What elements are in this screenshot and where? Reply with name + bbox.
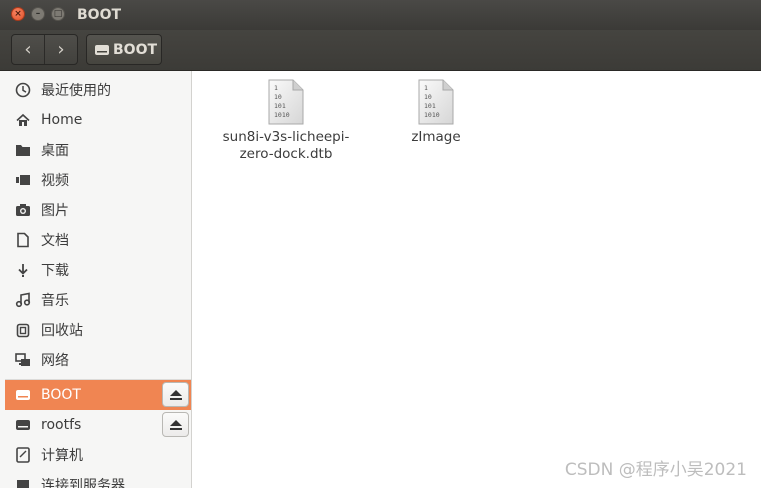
download-icon	[15, 262, 31, 278]
svg-text:1010: 1010	[274, 111, 290, 119]
drive-icon	[15, 387, 31, 403]
sidebar-item[interactable]: BOOT	[5, 380, 191, 410]
sidebar-item[interactable]: Home	[5, 105, 191, 135]
file-name: zImage	[411, 129, 461, 145]
svg-text:101: 101	[274, 102, 286, 110]
title-bar: × – □ BOOT	[0, 0, 761, 30]
sidebar-item-label: 下载	[41, 263, 69, 279]
sidebar-item[interactable]: 图片	[5, 195, 191, 225]
computer-icon	[15, 447, 31, 463]
back-button[interactable]: ‹	[12, 35, 45, 64]
sidebar-item-label: BOOT	[41, 387, 81, 403]
forward-button[interactable]: ›	[45, 35, 77, 64]
sidebar-item[interactable]: 网络	[5, 345, 191, 375]
drive-icon	[15, 417, 31, 433]
sidebar-item-label: 桌面	[41, 143, 69, 159]
drive-icon	[94, 43, 110, 57]
sidebar-item[interactable]: 回收站	[5, 315, 191, 345]
sidebar-item[interactable]: 最近使用的	[5, 75, 191, 105]
svg-text:1010: 1010	[424, 111, 440, 119]
eject-icon	[169, 389, 183, 401]
sidebar-item[interactable]: 桌面	[5, 135, 191, 165]
svg-text:1: 1	[274, 84, 278, 92]
sidebar-item-label: 音乐	[41, 293, 69, 309]
path-label: BOOT	[113, 41, 158, 58]
sidebar-item[interactable]: rootfs	[5, 410, 191, 440]
chevron-right-icon: ›	[57, 39, 65, 60]
video-icon	[15, 172, 31, 188]
minimize-icon: –	[35, 8, 41, 19]
svg-text:10: 10	[424, 93, 432, 101]
eject-button[interactable]	[162, 412, 189, 437]
sidebar-item-label: Home	[41, 112, 83, 128]
binary-file-icon: 1 10 101 1010	[418, 79, 454, 125]
file-view: 1 10 101 1010 sun8i-v3s-licheepi-zero-dock.d…	[192, 71, 761, 488]
trash-icon	[15, 322, 31, 338]
sidebar-item[interactable]: 连接到服务器	[5, 470, 191, 488]
sidebar-item-label: 最近使用的	[41, 83, 111, 99]
server-icon	[15, 477, 31, 488]
home-icon	[15, 112, 31, 128]
watermark: CSDN @程序小吴2021	[564, 460, 747, 480]
sidebar-item[interactable]: 文档	[5, 225, 191, 255]
sidebar-item[interactable]: 下载	[5, 255, 191, 285]
maximize-window-button[interactable]: □	[51, 7, 65, 21]
window-title: BOOT	[77, 7, 122, 23]
music-icon	[15, 292, 31, 308]
close-window-button[interactable]: ×	[11, 7, 25, 21]
clock-icon	[15, 82, 31, 98]
sidebar-item-label: 计算机	[41, 448, 83, 464]
camera-icon	[15, 202, 31, 218]
sidebar-item[interactable]: 视频	[5, 165, 191, 195]
folder-icon	[15, 142, 31, 158]
sidebar-item-label: 视频	[41, 173, 69, 189]
binary-file-icon: 1 10 101 1010	[268, 79, 304, 125]
close-icon: ×	[14, 8, 22, 19]
svg-text:10: 10	[274, 93, 282, 101]
file-name: sun8i-v3s-licheepi-zero-dock.dtb	[222, 129, 350, 162]
sidebar-item[interactable]: 计算机	[5, 440, 191, 470]
toolbar: ‹ › BOOT	[0, 30, 761, 71]
svg-text:1: 1	[424, 84, 428, 92]
sidebar: 最近使用的 Home 桌面视频图片文档下载音乐回收站网络 BOOT rootfs 计算机连…	[0, 71, 192, 488]
file-item[interactable]: 1 10 101 1010 sun8i-v3s-licheepi-zero-dock.d…	[216, 79, 356, 163]
navigation-group: ‹ ›	[11, 34, 78, 65]
sidebar-item-label: 图片	[41, 203, 69, 219]
chevron-left-icon: ‹	[24, 39, 32, 60]
eject-icon	[169, 419, 183, 431]
sidebar-item[interactable]: 音乐	[5, 285, 191, 315]
sidebar-item-label: 文档	[41, 233, 69, 249]
sidebar-item-label: 连接到服务器	[41, 478, 125, 488]
eject-button[interactable]	[162, 382, 189, 407]
sidebar-item-label: 网络	[41, 353, 69, 369]
maximize-icon: □	[53, 8, 63, 19]
sidebar-item-label: 回收站	[41, 323, 83, 339]
network-icon	[15, 352, 31, 368]
sidebar-separator	[5, 379, 191, 380]
document-icon	[15, 232, 31, 248]
path-bar-button[interactable]: BOOT	[86, 34, 162, 65]
file-item[interactable]: 1 10 101 1010 zImage	[366, 79, 506, 146]
sidebar-item-label: rootfs	[41, 417, 82, 433]
svg-text:101: 101	[424, 102, 436, 110]
minimize-window-button[interactable]: –	[31, 7, 45, 21]
